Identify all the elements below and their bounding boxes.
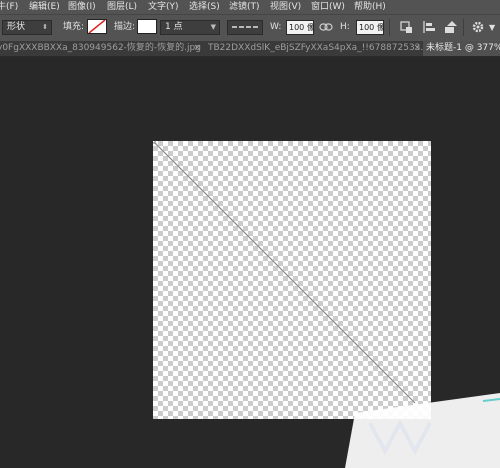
menu-select[interactable]: 选择(S)	[189, 0, 220, 14]
path-operations-icon[interactable]	[398, 19, 414, 35]
document-tab-bar: y0FgXXXBBXXa_830949562-恢复的-恢复的.jpg × TB2…	[0, 41, 500, 57]
stroke-label: 描边:	[114, 22, 136, 32]
divider	[463, 19, 464, 36]
stroke-width-value: 1 点	[165, 22, 183, 32]
watermark-graphic	[345, 393, 500, 468]
tab-document-1[interactable]: y0FgXXXBBXXa_830949562-恢复的-恢复的.jpg ×	[0, 41, 203, 56]
stroke-width-dropdown[interactable]: 1 点 ▼	[160, 20, 220, 35]
tab-label: TB22DXXdSlK_eBjSZFyXXaS4pXa_!!678872533.…	[208, 43, 423, 53]
dashed-line-icon	[232, 26, 258, 28]
menu-window[interactable]: 窗口(W)	[311, 0, 345, 14]
tab-untitled-active[interactable]: 未标题-1 @ 377%	[423, 41, 500, 56]
tab-document-2[interactable]: TB22DXXdSlK_eBjSZFyXXaS4pXa_!!678872533.…	[205, 41, 423, 56]
width-input[interactable]: 100 像	[286, 20, 315, 35]
anchor-point[interactable]	[153, 141, 156, 144]
options-bar: 形状 ⬍ 填充: 描边: 1 点 ▼ W: 100 像 H: 100 像 ▼	[0, 14, 500, 42]
menu-image[interactable]: 图像(I)	[68, 0, 96, 14]
drawn-line-shape[interactable]	[153, 141, 431, 419]
menu-filter[interactable]: 滤镜(T)	[229, 0, 260, 14]
updown-arrow-icon: ⬍	[42, 23, 48, 31]
menu-type[interactable]: 文字(Y)	[148, 0, 179, 14]
path-arrangement-icon[interactable]	[443, 19, 459, 35]
no-fill-icon	[88, 20, 106, 33]
width-label: W:	[270, 22, 282, 32]
mode-dropdown[interactable]: 形状 ⬍	[2, 20, 52, 35]
height-input[interactable]: 100 像	[356, 20, 385, 35]
divider	[389, 19, 390, 36]
menu-help[interactable]: 帮助(H)	[354, 0, 386, 14]
link-icon[interactable]	[319, 21, 335, 37]
menu-view[interactable]: 视图(V)	[270, 0, 301, 14]
close-icon[interactable]: ×	[413, 41, 421, 56]
mode-value: 形状	[7, 22, 26, 32]
chevron-down-icon[interactable]: ▼	[489, 20, 495, 35]
stroke-swatch[interactable]	[137, 19, 157, 34]
menu-edit[interactable]: 编辑(E)	[29, 0, 60, 14]
fill-swatch[interactable]	[87, 19, 107, 34]
menu-file[interactable]: 牛(F)	[0, 0, 18, 14]
tab-label: 未标题-1 @ 377%	[426, 43, 500, 53]
chevron-down-icon: ▼	[210, 23, 216, 31]
document-canvas[interactable]	[153, 141, 431, 419]
path-alignment-icon[interactable]	[421, 19, 437, 35]
menu-bar: 牛(F) 编辑(E) 图像(I) 图层(L) 文字(Y) 选择(S) 滤镜(T)…	[0, 0, 500, 14]
height-label: H:	[340, 22, 350, 32]
menu-layer[interactable]: 图层(L)	[107, 0, 137, 14]
close-icon[interactable]: ×	[193, 41, 201, 56]
fill-label: 填充:	[63, 22, 85, 32]
tab-label: y0FgXXXBBXXa_830949562-恢复的-恢复的.jpg	[0, 43, 201, 53]
stroke-type-dropdown[interactable]	[227, 20, 263, 35]
gear-icon[interactable]	[470, 19, 486, 35]
